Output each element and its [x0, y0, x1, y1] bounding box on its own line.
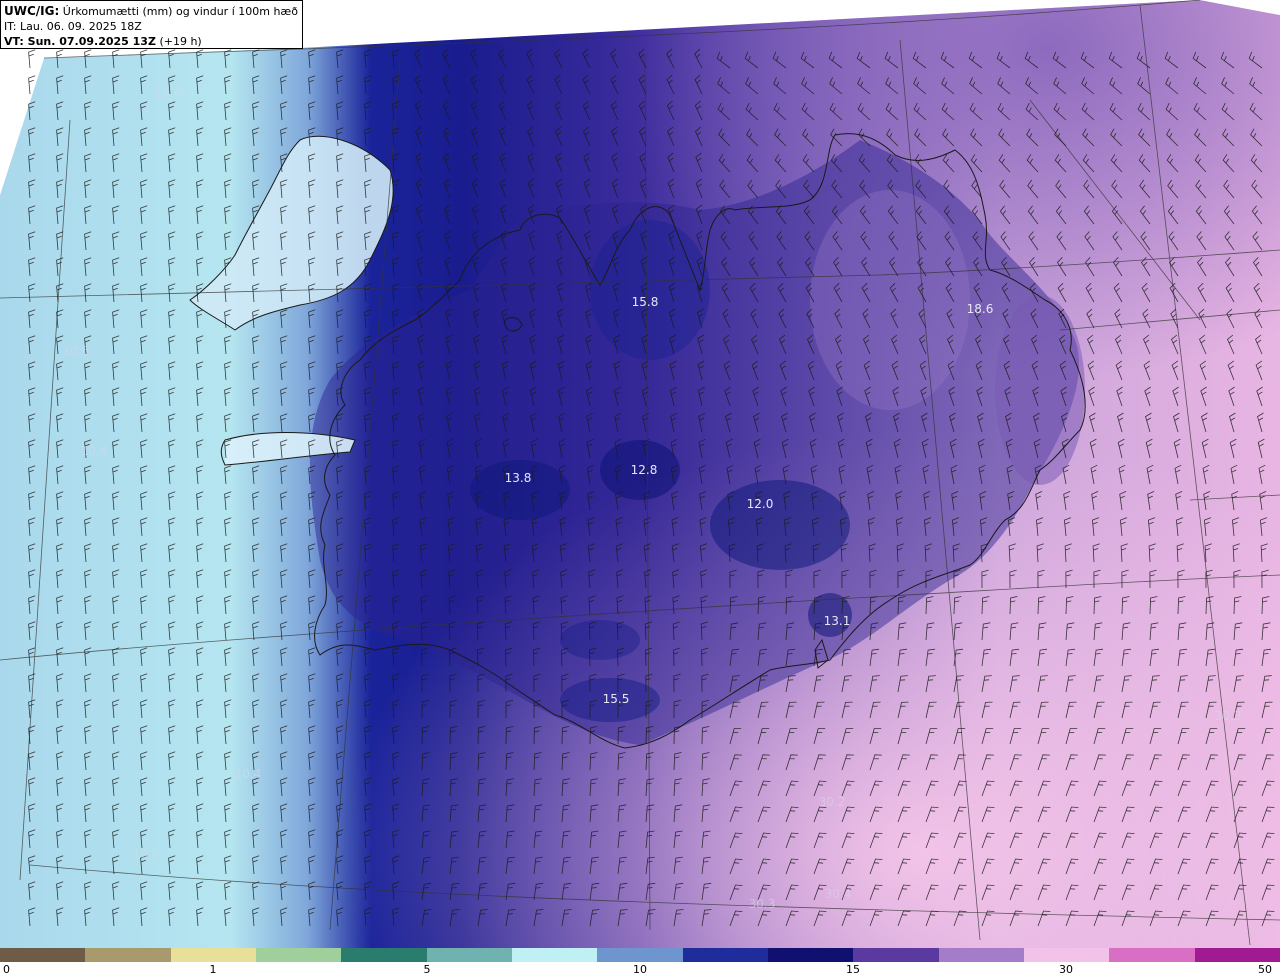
colorbar-segment — [853, 948, 940, 962]
valid-time-line: VT: Sun. 07.09.2025 13Z (+19 h) — [4, 34, 299, 49]
colorbar-tick-label: 50 — [1258, 963, 1272, 976]
forecast-offset: (+19 h) — [159, 35, 202, 48]
colorbar-tick-label: 10 — [633, 963, 647, 976]
colorbar-segment — [938, 948, 1025, 962]
map-value: 15.8 — [632, 295, 659, 309]
init-time: IT: Lau. 06. 09. 2025 18Z — [4, 20, 142, 33]
map-value: 12.8 — [631, 463, 658, 477]
colorbar-segment — [85, 948, 172, 962]
colorbar-segment — [682, 948, 769, 962]
map-value-faint: 10.6 — [155, 86, 182, 100]
map-value: 15.5 — [603, 692, 630, 706]
map-value-faint: 30.3 — [749, 897, 776, 911]
colorbar-segment — [426, 948, 513, 962]
colorbar-tick-label: 30 — [1059, 963, 1073, 976]
map-value-faint: 10.0 — [133, 847, 160, 861]
colorbar-segment — [1024, 948, 1111, 962]
colorbar-ticks: 0 1 5 10 15 30 50 — [0, 962, 1280, 978]
colorbar-segment — [597, 948, 684, 962]
colorbar-tick-label: 5 — [423, 963, 431, 976]
map-value: 13.8 — [505, 471, 532, 485]
colorbar-segment — [341, 948, 428, 962]
map-value: 12.0 — [747, 497, 774, 511]
model-name: UWC/IG: — [4, 4, 60, 18]
colorbar-segment — [170, 948, 257, 962]
colorbar-segment — [768, 948, 855, 962]
colorbar-segment — [1109, 948, 1196, 962]
title-line: UWC/IG: Úrkomumætti (mm) og vindur í 100… — [4, 4, 299, 19]
map-value-faint: 10.6 — [63, 344, 90, 358]
map-title-box: UWC/IG: Úrkomumætti (mm) og vindur í 100… — [0, 0, 303, 49]
map-value: 18.6 — [967, 302, 994, 316]
colorbar-segment — [1194, 948, 1280, 962]
map-value-faint: 30.2 — [819, 795, 846, 809]
map-value-faint: 10.4 — [81, 444, 108, 458]
map-value-faint: 10.4 — [235, 767, 262, 781]
precipitable-water-map: 10.6 10.6 10.4 10.4 10.0 30.2 30.3 30.3 … — [0, 0, 1280, 948]
colorbar-segment — [512, 948, 599, 962]
colorbar-segment — [256, 948, 343, 962]
colorbar — [0, 948, 1280, 962]
variable-title: Úrkomumætti (mm) og vindur í 100m hæð — [62, 5, 298, 18]
map-value-faint: 30.3 — [1215, 709, 1242, 723]
map-value: 13.1 — [824, 614, 851, 628]
valid-time: VT: Sun. 07.09.2025 13Z — [4, 35, 156, 48]
colorbar-tick-label: 15 — [846, 963, 860, 976]
map-value-faint: 30.4 — [825, 887, 852, 901]
colorbar-segment — [0, 948, 87, 962]
colorbar-tick-label: 0 — [3, 963, 10, 976]
colorbar-tick-label: 1 — [209, 963, 217, 976]
